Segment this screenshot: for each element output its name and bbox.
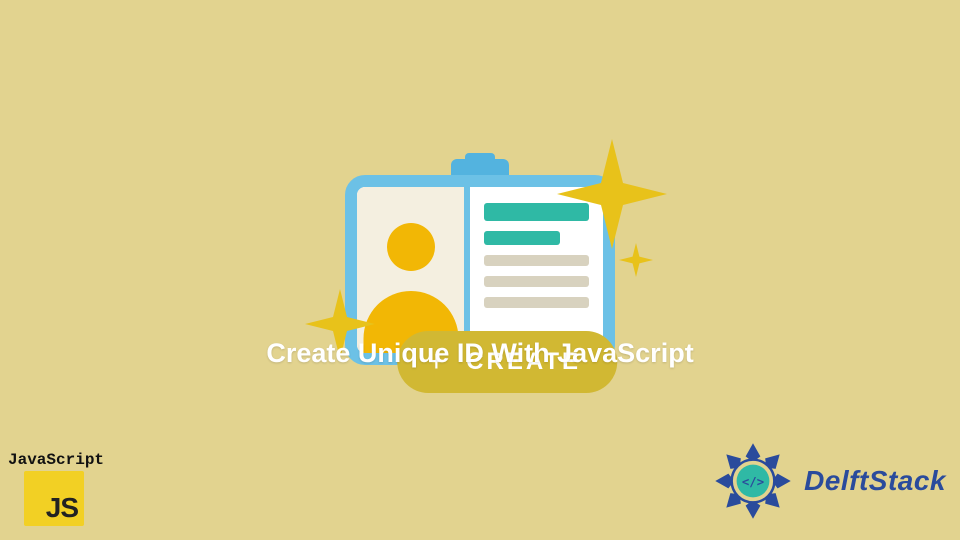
javascript-logo-text: JavaScript — [8, 451, 100, 469]
javascript-logo-icon: JS — [24, 471, 84, 526]
info-bar-secondary — [484, 231, 559, 245]
svg-text:</>: </> — [742, 475, 764, 489]
sparkle-icon — [557, 139, 667, 249]
info-line — [484, 276, 589, 287]
delftstack-emblem-icon: </> — [712, 440, 794, 522]
javascript-logo: JavaScript JS — [8, 451, 100, 526]
info-line — [484, 255, 589, 266]
info-line — [484, 297, 589, 308]
sparkle-icon — [619, 243, 653, 277]
id-card-illustration: + CREATE — [345, 175, 615, 365]
card-clip-icon — [451, 153, 509, 175]
delftstack-logo-text: DelftStack — [804, 465, 946, 497]
page-title: Create Unique ID With JavaScript — [266, 338, 693, 369]
delftstack-logo: </> DelftStack — [712, 440, 946, 522]
avatar-head-icon — [387, 223, 435, 271]
